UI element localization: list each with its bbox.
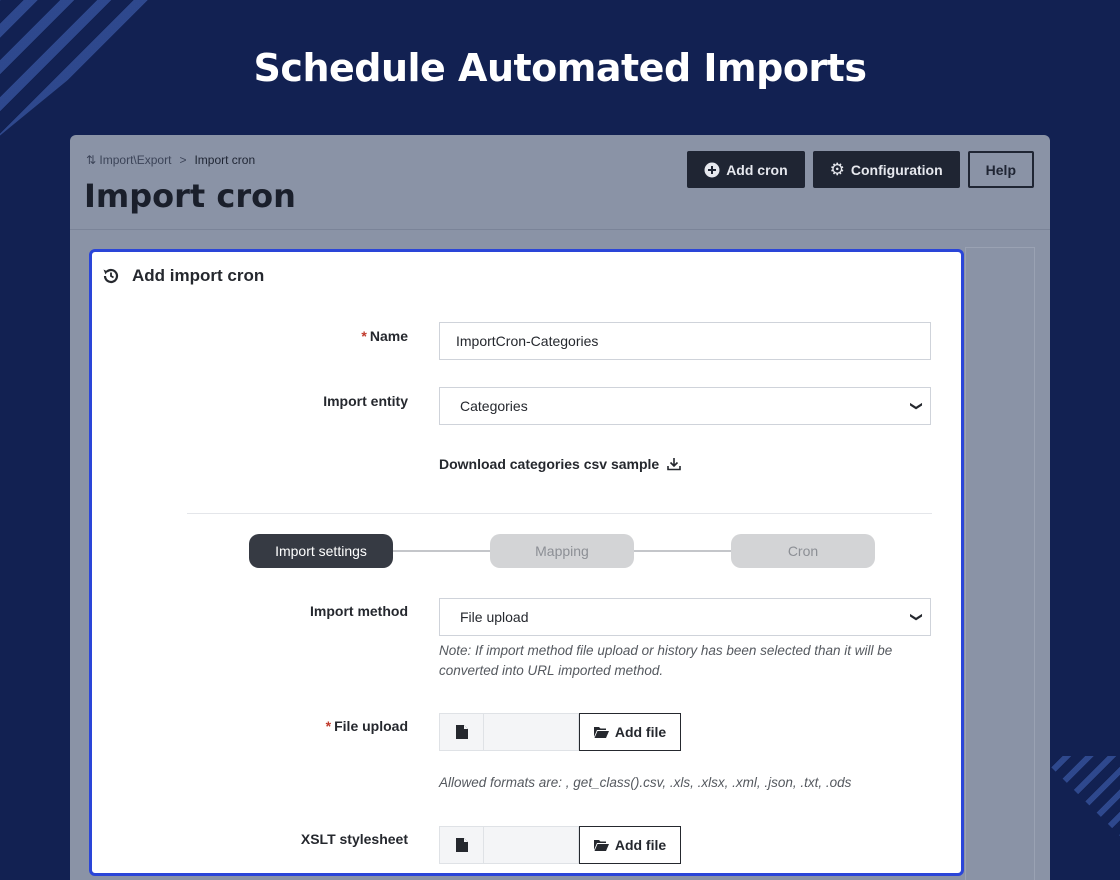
step-mapping[interactable]: Mapping	[490, 534, 634, 568]
import-entity-label: Import entity	[323, 393, 408, 409]
file-icon	[439, 826, 484, 864]
file-upload-label: * File upload	[325, 718, 408, 734]
arrows-icon: ⇅	[86, 153, 97, 167]
step-import-settings[interactable]: Import settings	[249, 534, 393, 568]
import-method-note: Note: If import method file upload or hi…	[439, 643, 893, 678]
form-header: Add import cron	[102, 266, 264, 286]
required-mark: *	[325, 718, 332, 734]
file-upload-add-button[interactable]: Add file	[579, 713, 681, 751]
folder-open-icon	[593, 840, 609, 851]
help-label: Help	[985, 161, 1016, 178]
xslt-filename[interactable]	[484, 826, 579, 864]
xslt-label: XSLT stylesheet	[300, 831, 408, 847]
required-mark: *	[361, 328, 367, 344]
breadcrumb: ⇅ Import\Export > Import cron	[86, 153, 255, 167]
add-cron-label: Add cron	[726, 161, 788, 178]
file-upload-filename[interactable]	[484, 713, 579, 751]
download-icon	[667, 458, 682, 471]
xslt-add-label: Add file	[614, 837, 667, 853]
step-connector	[634, 550, 731, 552]
import-method-label: Import method	[310, 603, 408, 619]
chevron-down-icon: ❯	[909, 611, 924, 623]
folder-open-icon	[593, 727, 609, 738]
xslt-add-button[interactable]: Add file	[579, 826, 681, 864]
download-sample-label: Download categories csv sample	[439, 456, 660, 472]
name-input[interactable]: ImportCron-Categories	[439, 322, 931, 360]
page-title: Import cron	[84, 177, 296, 215]
wizard-steps: Import settings Mapping Cron	[249, 534, 877, 568]
allowed-formats-note: Allowed formats are: , get_class().csv, …	[439, 775, 852, 790]
help-button[interactable]: Help	[967, 151, 1034, 188]
file-upload-add-label: Add file	[614, 724, 667, 740]
breadcrumb-item-current: Import cron	[194, 153, 256, 167]
configuration-label: Configuration	[850, 161, 943, 178]
breadcrumb-separator: >	[179, 153, 187, 167]
configuration-button[interactable]: ⚙ Configuration	[812, 151, 960, 188]
form-title: Add import cron	[132, 266, 265, 285]
breadcrumb-item-import-export[interactable]: ⇅ Import\Export	[86, 153, 171, 167]
step-connector	[393, 550, 490, 552]
form-divider	[187, 513, 932, 514]
download-sample-link[interactable]: Download categories csv sample	[439, 456, 682, 472]
add-import-cron-form: Add import cron * Name ImportCron-Categor…	[89, 249, 964, 876]
page-header: ⇅ Import\Export > Import cron Import cro…	[70, 135, 1050, 230]
banner-title: Schedule Automated Imports	[253, 46, 867, 90]
chevron-down-icon: ❯	[909, 400, 924, 412]
import-method-select[interactable]: File upload ❯	[439, 598, 931, 636]
import-method-value: File upload	[460, 609, 529, 625]
file-upload-group: Add file	[439, 713, 681, 751]
decorative-stripes-bottom-right	[1040, 756, 1120, 846]
xslt-upload-group: Add file	[439, 826, 681, 864]
step-cron[interactable]: Cron	[731, 534, 875, 568]
file-icon	[439, 713, 484, 751]
plus-circle-icon	[704, 162, 720, 177]
import-entity-value: Categories	[460, 398, 528, 414]
add-cron-button[interactable]: Add cron	[687, 151, 805, 188]
side-panel	[965, 247, 1035, 880]
import-entity-select[interactable]: Categories ❯	[439, 387, 931, 425]
name-value: ImportCron-Categories	[456, 333, 599, 349]
toolbar: Add cron ⚙ Configuration Help	[687, 151, 1034, 188]
gears-icon: ⚙	[829, 160, 845, 179]
history-icon	[103, 268, 119, 284]
name-label: * Name	[361, 328, 408, 344]
